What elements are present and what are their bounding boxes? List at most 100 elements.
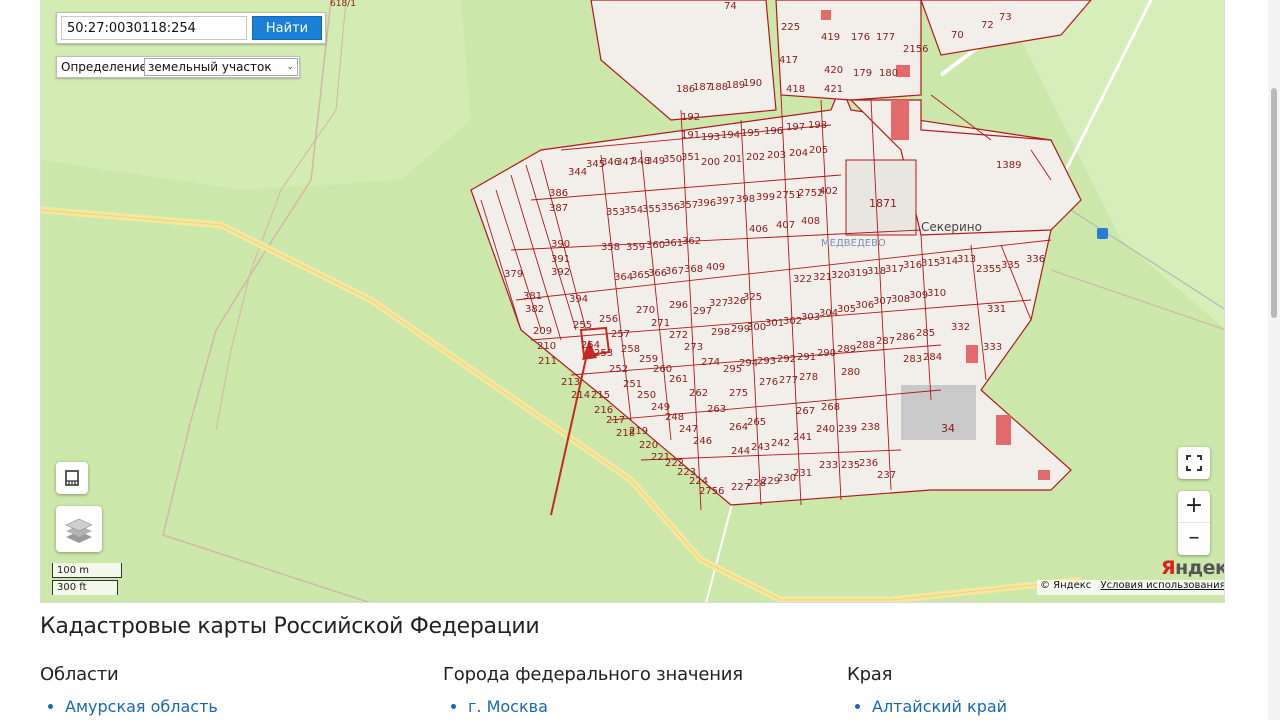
plot-number: 280 [841,367,860,378]
plot-number: 244 [731,446,750,457]
plot-number: 242 [771,438,790,449]
plot-number: 236 [859,458,878,469]
list-item[interactable]: г. Москва [468,696,548,718]
list-item[interactable]: Алтайский край [872,696,1007,718]
plot-number: 391 [551,254,570,265]
page-scrollbar[interactable] [1268,0,1280,720]
plot-number: 296 [669,300,688,311]
plot-number: 351 [681,152,700,163]
plot-number: 419 [821,32,840,43]
plot-number: 191 [681,130,700,141]
yandex-logo[interactable]: Яндекс [1161,557,1224,579]
plot-number: 214 [571,390,590,401]
plot-number: 325 [743,292,762,303]
plot-number: 295 [723,364,742,375]
logo-letter: Я [1161,557,1176,579]
plot-number: 72 [981,20,994,31]
plot-number: 237 [877,470,896,481]
plot-number: 225 [781,22,800,33]
plot-number: 382 [525,304,544,315]
plot-number: 246 [693,436,712,447]
plot-number: 243 [751,442,770,453]
plot-number: 195 [741,128,760,139]
plot-number: 355 [642,204,661,215]
plot-number: 274 [701,357,720,368]
plot-number: 256 [599,314,618,325]
cadastral-map[interactable]: 618/1 Секерино МЕДВЕДЕВО 74 225 419 176 … [40,0,1225,603]
bus-stop-icon[interactable] [1097,228,1108,239]
terms-of-use-link[interactable]: Условия использования [1100,580,1224,591]
plot-number: 409 [706,262,725,273]
plot-number: 286 [896,332,915,343]
highway-label: 618/1 [330,0,356,9]
plot-number: 287 [876,336,895,347]
page: 618/1 Секерино МЕДВЕДЕВО 74 225 419 176 … [0,0,1280,720]
zoom-out-button[interactable]: – [1178,523,1210,555]
definition-select[interactable]: земельный участок ⌄ [144,58,298,76]
column-heading-regions: Области [40,664,119,685]
plot-number: 273 [684,342,703,353]
plot-number: 204 [789,148,808,159]
definition-label: Определение: [61,60,152,74]
plot-number: 390 [551,239,570,250]
layers-icon [65,518,93,543]
scale-bar: 100 m 300 ft [52,563,126,597]
plot-number: 292 [777,354,796,365]
plot-number: 201 [723,154,742,165]
logo-text: ндекс [1175,557,1224,579]
place-label-sekerino: Секерино [921,220,982,234]
ruler-icon [65,470,79,486]
plot-number: 303 [801,312,820,323]
definition-panel: Определение: земельный участок ⌄ [56,56,300,78]
plot-number: 1871 [869,197,897,210]
cadastral-number-input[interactable] [61,16,247,40]
plot-number: 209 [533,326,552,337]
plot-number: 320 [831,270,850,281]
plot-number: 291 [797,352,816,363]
building [821,10,831,20]
plot-number: 262 [689,388,708,399]
layers-button[interactable] [56,506,102,552]
regions-list: Амурская область [40,696,218,718]
plot-number: 239 [838,424,857,435]
plot-number: 203 [767,150,786,161]
search-button[interactable]: Найти [252,16,322,40]
building [896,65,910,77]
plot-number: 177 [876,32,895,43]
plot-number: 240 [816,424,835,435]
plot-number: 34 [941,422,955,435]
fullscreen-button[interactable] [1178,447,1210,479]
plot-number: 193 [701,132,720,143]
plot-number: 318 [867,266,886,277]
plot-number: 336 [1026,254,1045,265]
plot-number: 2156 [903,44,928,55]
plot-number: 190 [743,78,762,89]
plot-number: 299 [731,324,750,335]
list-item[interactable]: Амурская область [65,696,218,718]
zoom-control: + – [1178,491,1210,555]
ruler-button[interactable] [56,462,88,494]
plot-number: 316 [903,260,922,271]
plot-number: 368 [684,264,703,275]
plot-number: 217 [606,415,625,426]
plot-number: 272 [669,330,688,341]
fullscreen-icon [1186,455,1202,471]
plot-number: 252 [609,364,628,375]
map-canvas[interactable]: 618/1 Секерино МЕДВЕДЕВО 74 225 419 176 … [41,0,1225,603]
plot-number: 420 [824,65,843,76]
plot-number: 258 [621,344,640,355]
plot-number: 261 [669,374,688,385]
zoom-in-button[interactable]: + [1178,491,1210,523]
scale-metric: 100 m [52,563,122,578]
plot-number: 298 [711,327,730,338]
federal-cities-list: г. Москва [443,696,548,718]
plot-number: 263 [707,404,726,415]
plot-number: 313 [957,254,976,265]
scrollbar-thumb[interactable] [1271,88,1277,318]
plot-number: 421 [824,84,843,95]
plot-number: 288 [856,340,875,351]
plot-number: 283 [903,354,922,365]
plot-number: 205 [809,145,828,156]
plot-number: 367 [665,266,684,277]
plot-number: 402 [819,186,838,197]
